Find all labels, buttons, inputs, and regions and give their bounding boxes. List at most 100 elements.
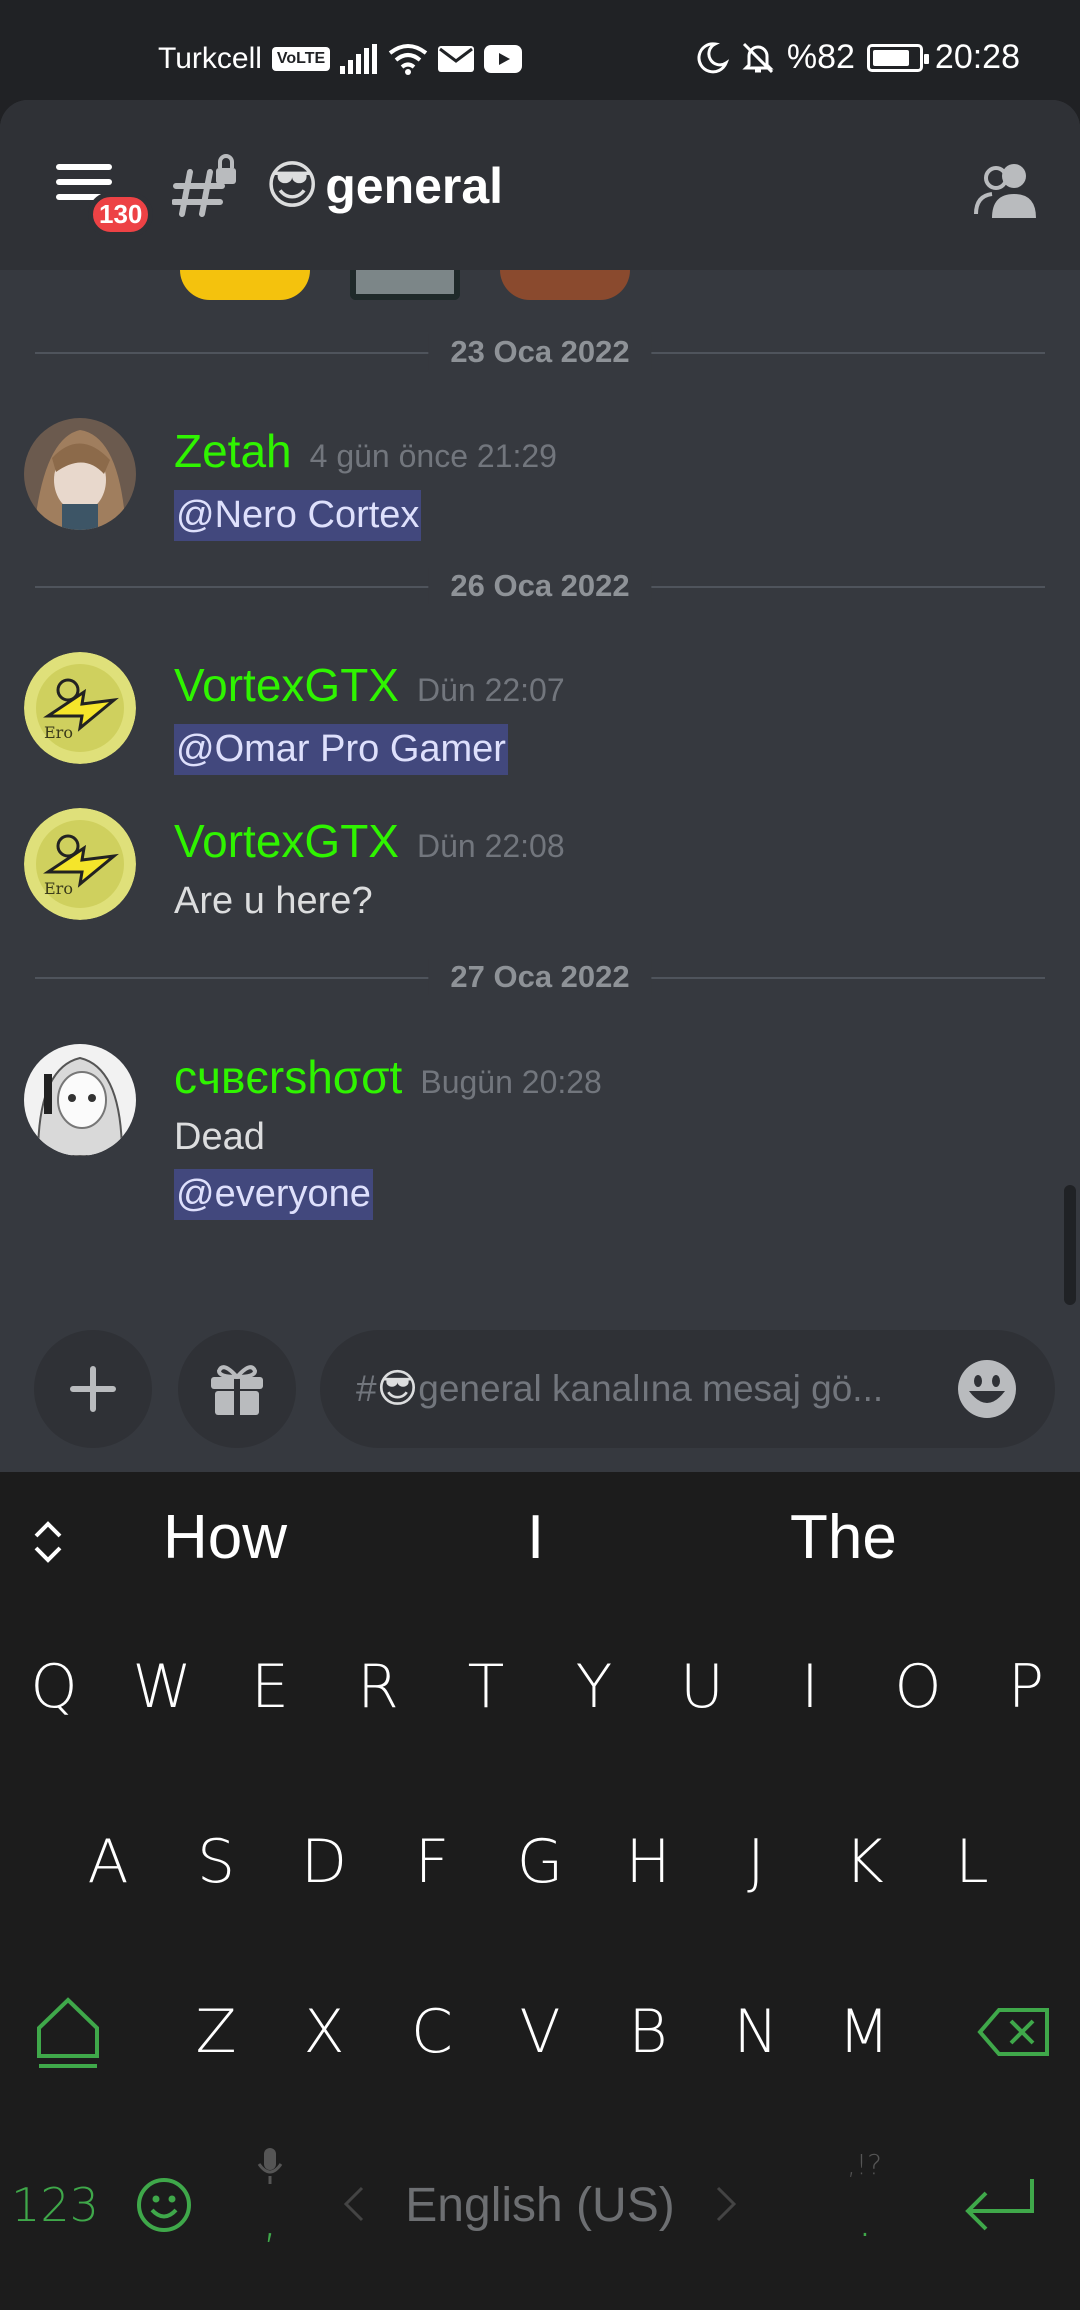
plus-icon: [70, 1366, 116, 1412]
members-icon[interactable]: [972, 158, 1042, 220]
key-a[interactable]: A: [54, 1797, 162, 1927]
suggestion-1[interactable]: How: [163, 1502, 287, 1573]
key-x[interactable]: X: [270, 1967, 378, 2097]
locked-channel-icon: [172, 154, 236, 217]
key-e[interactable]: E: [216, 1622, 324, 1752]
clock: 20:28: [934, 38, 1020, 76]
emoji-key[interactable]: [110, 2140, 218, 2270]
suggestion-2[interactable]: I: [527, 1502, 544, 1573]
suggestion-strip: How I The: [0, 1472, 1080, 1612]
key-d[interactable]: D: [270, 1797, 378, 1927]
key-g[interactable]: G: [486, 1797, 594, 1927]
status-right: %82 20:28: [695, 38, 1020, 77]
key-u[interactable]: U: [648, 1622, 756, 1752]
volte-badge: VoLTE: [271, 47, 331, 71]
period-key[interactable]: ,!? .: [815, 2140, 915, 2270]
avatar[interactable]: [24, 1044, 136, 1156]
key-b[interactable]: B: [594, 1967, 702, 2097]
message-text: Dead: [174, 1116, 265, 1158]
date-divider-label: 27 Oca 2022: [428, 959, 652, 995]
smiley-icon: [137, 2178, 191, 2232]
message-author[interactable]: VortexGTX: [174, 658, 399, 712]
backspace-key[interactable]: [960, 1967, 1068, 2097]
svg-text:Ero: Ero: [44, 723, 73, 742]
gift-button[interactable]: [178, 1330, 296, 1448]
key-t[interactable]: T: [432, 1622, 540, 1752]
message-timestamp: Dün 22:08: [416, 828, 565, 864]
message-input[interactable]: # 😎 general kanalına mesaj gö...: [320, 1330, 1055, 1448]
user-mention[interactable]: @Omar Pro Gamer: [174, 724, 508, 775]
comma-label: ,: [262, 2190, 278, 2248]
message-author[interactable]: Zetah: [174, 424, 292, 478]
enter-key[interactable]: [940, 2140, 1060, 2270]
punctuation-hint: ,!?: [847, 2148, 882, 2181]
expand-toolbar-icon[interactable]: [30, 1518, 66, 1566]
key-o[interactable]: O: [864, 1622, 972, 1752]
emoji-picker-icon[interactable]: [957, 1359, 1017, 1419]
date-divider: 26 Oca 2022: [35, 566, 1045, 606]
moon-icon: [697, 41, 729, 73]
key-row-3: ZXCVBNM: [0, 1967, 1080, 2097]
scrollbar[interactable]: [1064, 1185, 1076, 1305]
key-row-2: ASDFGHJKL: [0, 1797, 1080, 1927]
user-mention[interactable]: @Nero Cortex: [174, 490, 422, 541]
add-attachment-button[interactable]: [34, 1330, 152, 1448]
channel-title[interactable]: 😎 general: [265, 156, 503, 216]
key-k[interactable]: K: [810, 1797, 918, 1927]
message-timestamp: Dün 22:07: [416, 672, 565, 708]
everyone-mention[interactable]: @everyone: [174, 1169, 373, 1220]
message-timestamp: Bugün 20:28: [420, 1064, 602, 1100]
key-y[interactable]: Y: [540, 1622, 648, 1752]
message-author[interactable]: VortexGTX: [174, 814, 399, 868]
key-m[interactable]: M: [810, 1967, 918, 2097]
space-key[interactable]: English (US): [320, 2140, 760, 2270]
message-author[interactable]: cчвєrѕhσσt: [174, 1050, 402, 1104]
soft-keyboard: How I The QWERTYUIOP ASDFGHJKL ZXCVBNM 1…: [0, 1472, 1080, 2310]
bell-off-icon: [742, 42, 774, 73]
avatar[interactable]: Ero: [24, 808, 136, 920]
key-r[interactable]: R: [324, 1622, 432, 1752]
numbers-key[interactable]: 123: [0, 2140, 110, 2270]
key-q[interactable]: Q: [0, 1622, 108, 1752]
key-row-1: QWERTYUIOP: [0, 1622, 1080, 1752]
battery-icon: [866, 43, 929, 72]
chat-screen: 130 😎 general 23 Oca 2022 Zetah 4 gün ön…: [0, 100, 1080, 1472]
svg-text:Ero: Ero: [44, 879, 73, 898]
key-h[interactable]: H: [594, 1797, 702, 1927]
channel-header: 130 😎 general: [0, 100, 1080, 270]
enter-icon: [965, 2179, 1034, 2231]
key-c[interactable]: C: [378, 1967, 486, 2097]
key-p[interactable]: P: [972, 1622, 1080, 1752]
mail-icon: [438, 46, 475, 72]
channel-emoji: 😎: [265, 156, 320, 216]
carrier-label: Turkcell: [158, 42, 262, 75]
message-timestamp: 4 gün önce 21:29: [309, 438, 557, 474]
key-w[interactable]: W: [108, 1622, 216, 1752]
status-bar: Turkcell VoLTE %82 20:28: [0, 0, 1080, 100]
comma-key[interactable]: ,: [220, 2140, 320, 2270]
message-text: Are u here?: [174, 880, 373, 922]
key-f[interactable]: F: [378, 1797, 486, 1927]
avatar[interactable]: Ero: [24, 652, 136, 764]
key-z[interactable]: Z: [162, 1967, 270, 2097]
key-row-bottom: 123 , English (US) ,!? .: [0, 2140, 1080, 2270]
unread-badge: 130: [88, 192, 154, 237]
avatar[interactable]: [24, 418, 136, 530]
key-s[interactable]: S: [162, 1797, 270, 1927]
key-n[interactable]: N: [702, 1967, 810, 2097]
key-j[interactable]: J: [702, 1797, 810, 1927]
chevron-right-icon: [716, 2186, 737, 2222]
key-v[interactable]: V: [486, 1967, 594, 2097]
signal-icon: [340, 44, 378, 74]
date-divider: 27 Oca 2022: [35, 957, 1045, 997]
status-left: Turkcell VoLTE: [158, 42, 523, 76]
chevron-left-icon: [343, 2186, 364, 2222]
backspace-icon: [977, 2008, 1049, 2056]
date-divider-label: 26 Oca 2022: [428, 568, 652, 604]
key-l[interactable]: L: [918, 1797, 1026, 1927]
microphone-icon: [257, 2148, 283, 2184]
suggestion-3[interactable]: The: [790, 1502, 897, 1573]
gift-icon: [211, 1365, 263, 1415]
message-input-placeholder-prefix: #: [356, 1368, 377, 1409]
key-i[interactable]: I: [756, 1622, 864, 1752]
